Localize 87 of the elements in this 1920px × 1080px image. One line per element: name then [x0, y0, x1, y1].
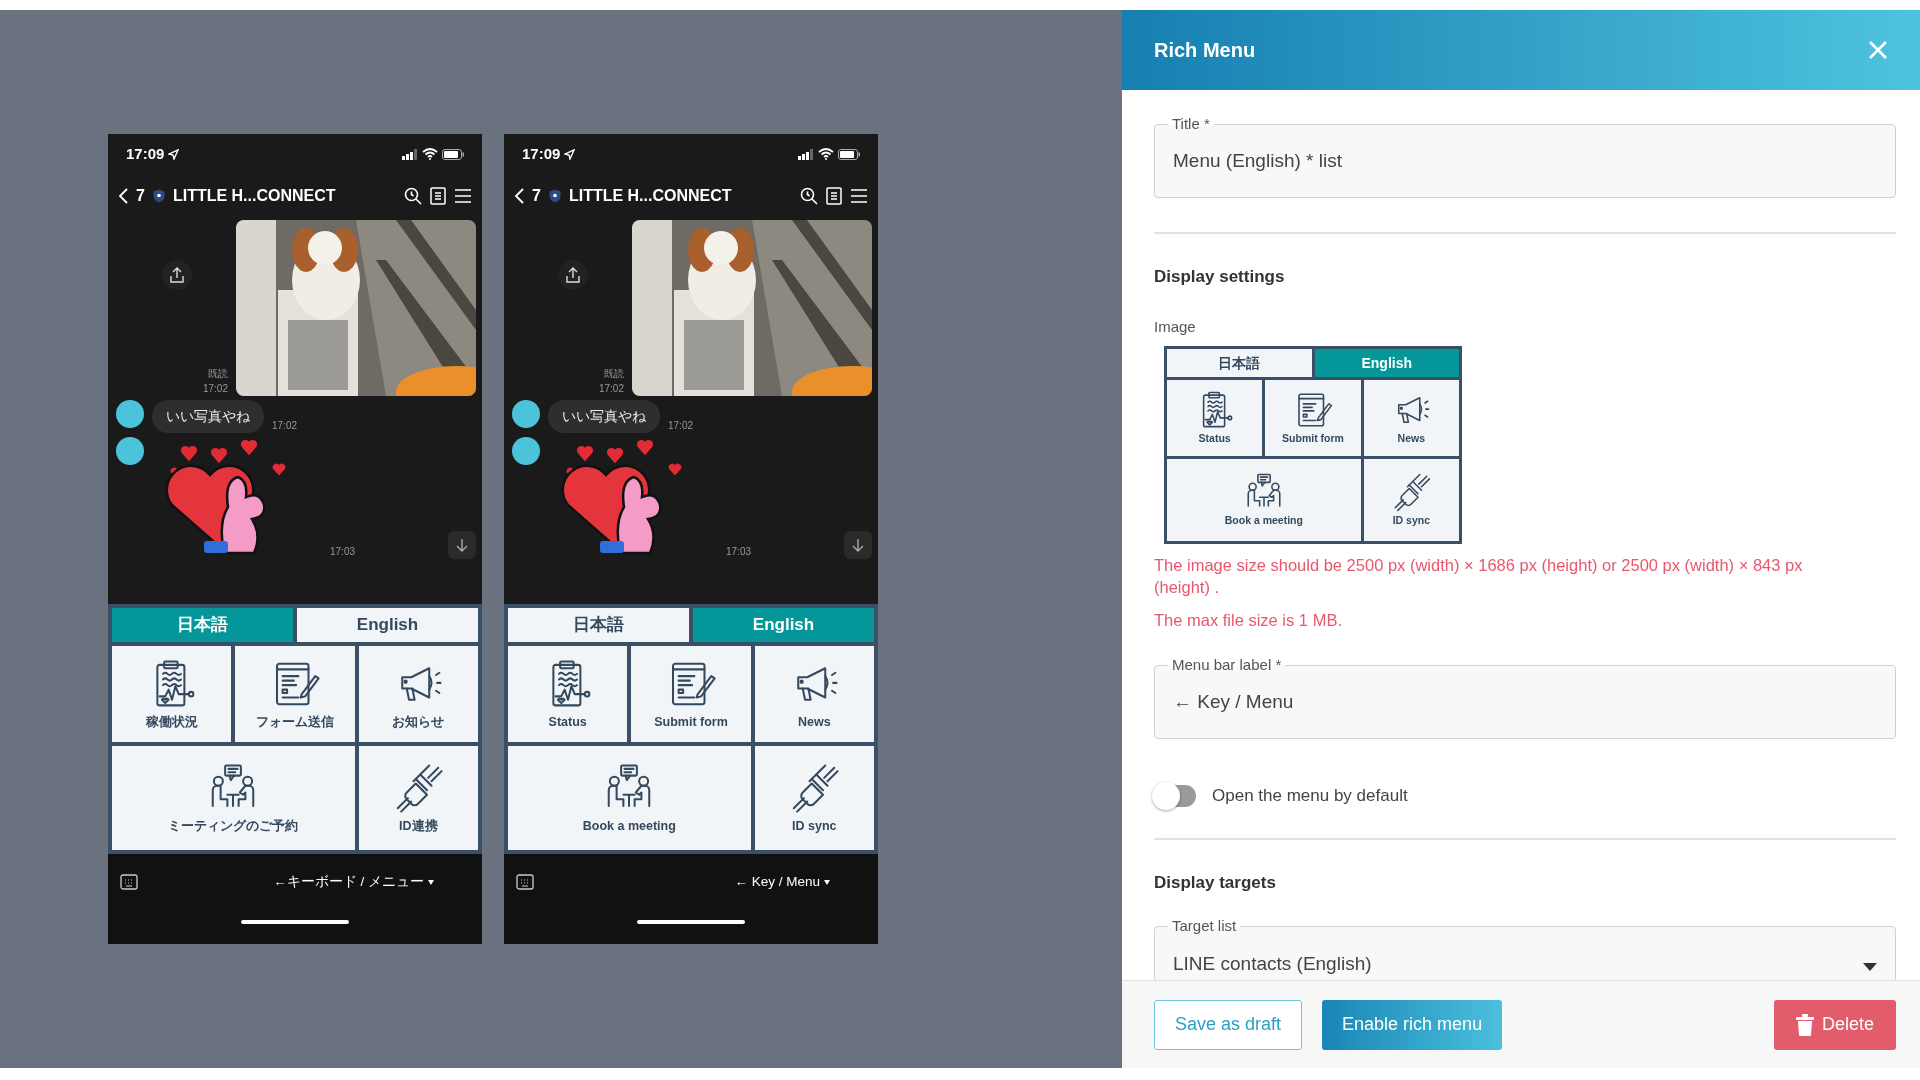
avatar	[116, 437, 144, 465]
avatar	[116, 400, 144, 428]
menu-tile[interactable]: Status	[1167, 380, 1263, 456]
menu-tile[interactable]: ID連携	[358, 746, 478, 850]
section-heading: Display settings	[1154, 266, 1286, 288]
signal-icon	[798, 148, 814, 160]
scroll-down-button[interactable]	[844, 531, 872, 559]
note-text: The image size should be 2500 px (width) × 1686 px (height) or 2500 px (width) × 843 px (height) .	[1154, 555, 1804, 599]
signal-icon	[402, 148, 418, 160]
trash-icon	[1795, 1013, 1814, 1036]
menu-tile[interactable]: Book a meeting	[508, 746, 751, 850]
status-time: 17:09	[126, 143, 165, 164]
menu-tile[interactable]: Submit form	[1265, 380, 1361, 456]
unread-count: 7	[136, 186, 145, 206]
menu-tile[interactable]: News	[754, 646, 874, 742]
back-icon[interactable]	[514, 188, 524, 204]
down-arrow-icon	[456, 538, 468, 552]
notes-icon[interactable]	[826, 187, 842, 205]
wifi-icon	[818, 148, 834, 160]
avatar	[512, 437, 540, 465]
avatar	[512, 400, 540, 428]
message-bubble: いい写真やね	[548, 400, 660, 433]
keyboard-icon[interactable]	[120, 874, 138, 890]
search-icon[interactable]	[404, 187, 422, 205]
share-icon	[170, 267, 184, 283]
down-arrow-icon	[852, 538, 864, 552]
notes-icon[interactable]	[430, 187, 446, 205]
language-tab[interactable]: English	[693, 608, 874, 642]
shield-icon	[548, 189, 561, 203]
scroll-down-button[interactable]	[448, 531, 476, 559]
image-label: Image	[1154, 316, 1197, 337]
menu-tile[interactable]: Status	[508, 646, 628, 742]
menu-tile[interactable]: ID sync	[754, 746, 874, 850]
read-receipt: 既読	[208, 367, 228, 381]
chat-title: LITTLE H...CONNECT	[568, 186, 733, 206]
toggle-switch[interactable]	[1154, 784, 1196, 807]
message-time: 17:03	[726, 545, 752, 559]
caret-icon	[824, 879, 830, 885]
caret-icon	[428, 879, 434, 885]
status-time: 17:09	[522, 143, 561, 164]
share-icon	[566, 267, 580, 283]
dropdown-caret-icon	[1863, 962, 1877, 971]
message-time: 17:02	[272, 419, 298, 433]
chat-title: LITTLE H...CONNECT	[172, 186, 337, 206]
note-text: The max file size is 1 MB.	[1154, 609, 1343, 631]
message-time: 17:02	[668, 419, 694, 433]
share-button[interactable]	[558, 260, 588, 290]
field-value: ← Key / Menu	[1173, 689, 1295, 714]
location-arrow-icon	[168, 148, 180, 160]
menu-icon[interactable]	[850, 188, 868, 204]
field-value: Menu (English) * list	[1173, 148, 1343, 173]
field-value: LINE contacts (English)	[1173, 952, 1373, 977]
shield-icon	[152, 189, 165, 203]
language-tab[interactable]: English	[297, 608, 478, 642]
close-icon	[1868, 40, 1888, 60]
back-icon[interactable]	[118, 188, 128, 204]
menu-tile[interactable]: お知らせ	[358, 646, 478, 742]
toggle-label: Open the menu by default	[1212, 784, 1408, 807]
menu-tile[interactable]: News	[1363, 380, 1459, 456]
menu-tile[interactable]: Submit form	[631, 646, 751, 742]
language-tab[interactable]: 日本語	[112, 608, 293, 642]
unread-count: 7	[532, 186, 541, 206]
message-time: 17:02	[598, 382, 624, 396]
read-receipt: 既読	[604, 367, 624, 381]
wifi-icon	[422, 148, 438, 160]
language-tab[interactable]: 日本語	[508, 608, 689, 642]
menu-tile[interactable]: 稼働状況	[112, 646, 232, 742]
search-icon[interactable]	[800, 187, 818, 205]
language-tab[interactable]: 日本語	[1167, 349, 1312, 377]
share-button[interactable]	[162, 260, 192, 290]
menu-tile[interactable]: フォーム送信	[235, 646, 355, 742]
message-time: 17:03	[330, 545, 356, 559]
menu-bar-toggle[interactable]: ← Key / Menu	[734, 871, 830, 893]
language-tab[interactable]: English	[1314, 349, 1459, 377]
menu-tile[interactable]: Book a meeting	[1167, 459, 1361, 541]
battery-icon	[442, 148, 464, 160]
menu-tile[interactable]: ミーティングのご予約	[112, 746, 355, 850]
panel-title: Rich Menu	[1154, 38, 1256, 63]
message-bubble: いい写真やね	[152, 400, 264, 433]
battery-icon	[838, 148, 860, 160]
menu-icon[interactable]	[454, 188, 472, 204]
keyboard-icon[interactable]	[516, 874, 534, 890]
message-time: 17:02	[202, 382, 228, 396]
menu-tile[interactable]: ID sync	[1363, 459, 1459, 541]
section-heading: Display targets	[1154, 872, 1277, 895]
menu-bar-toggle[interactable]: ←キーボード / メニュー	[273, 871, 434, 893]
location-arrow-icon	[564, 148, 576, 160]
